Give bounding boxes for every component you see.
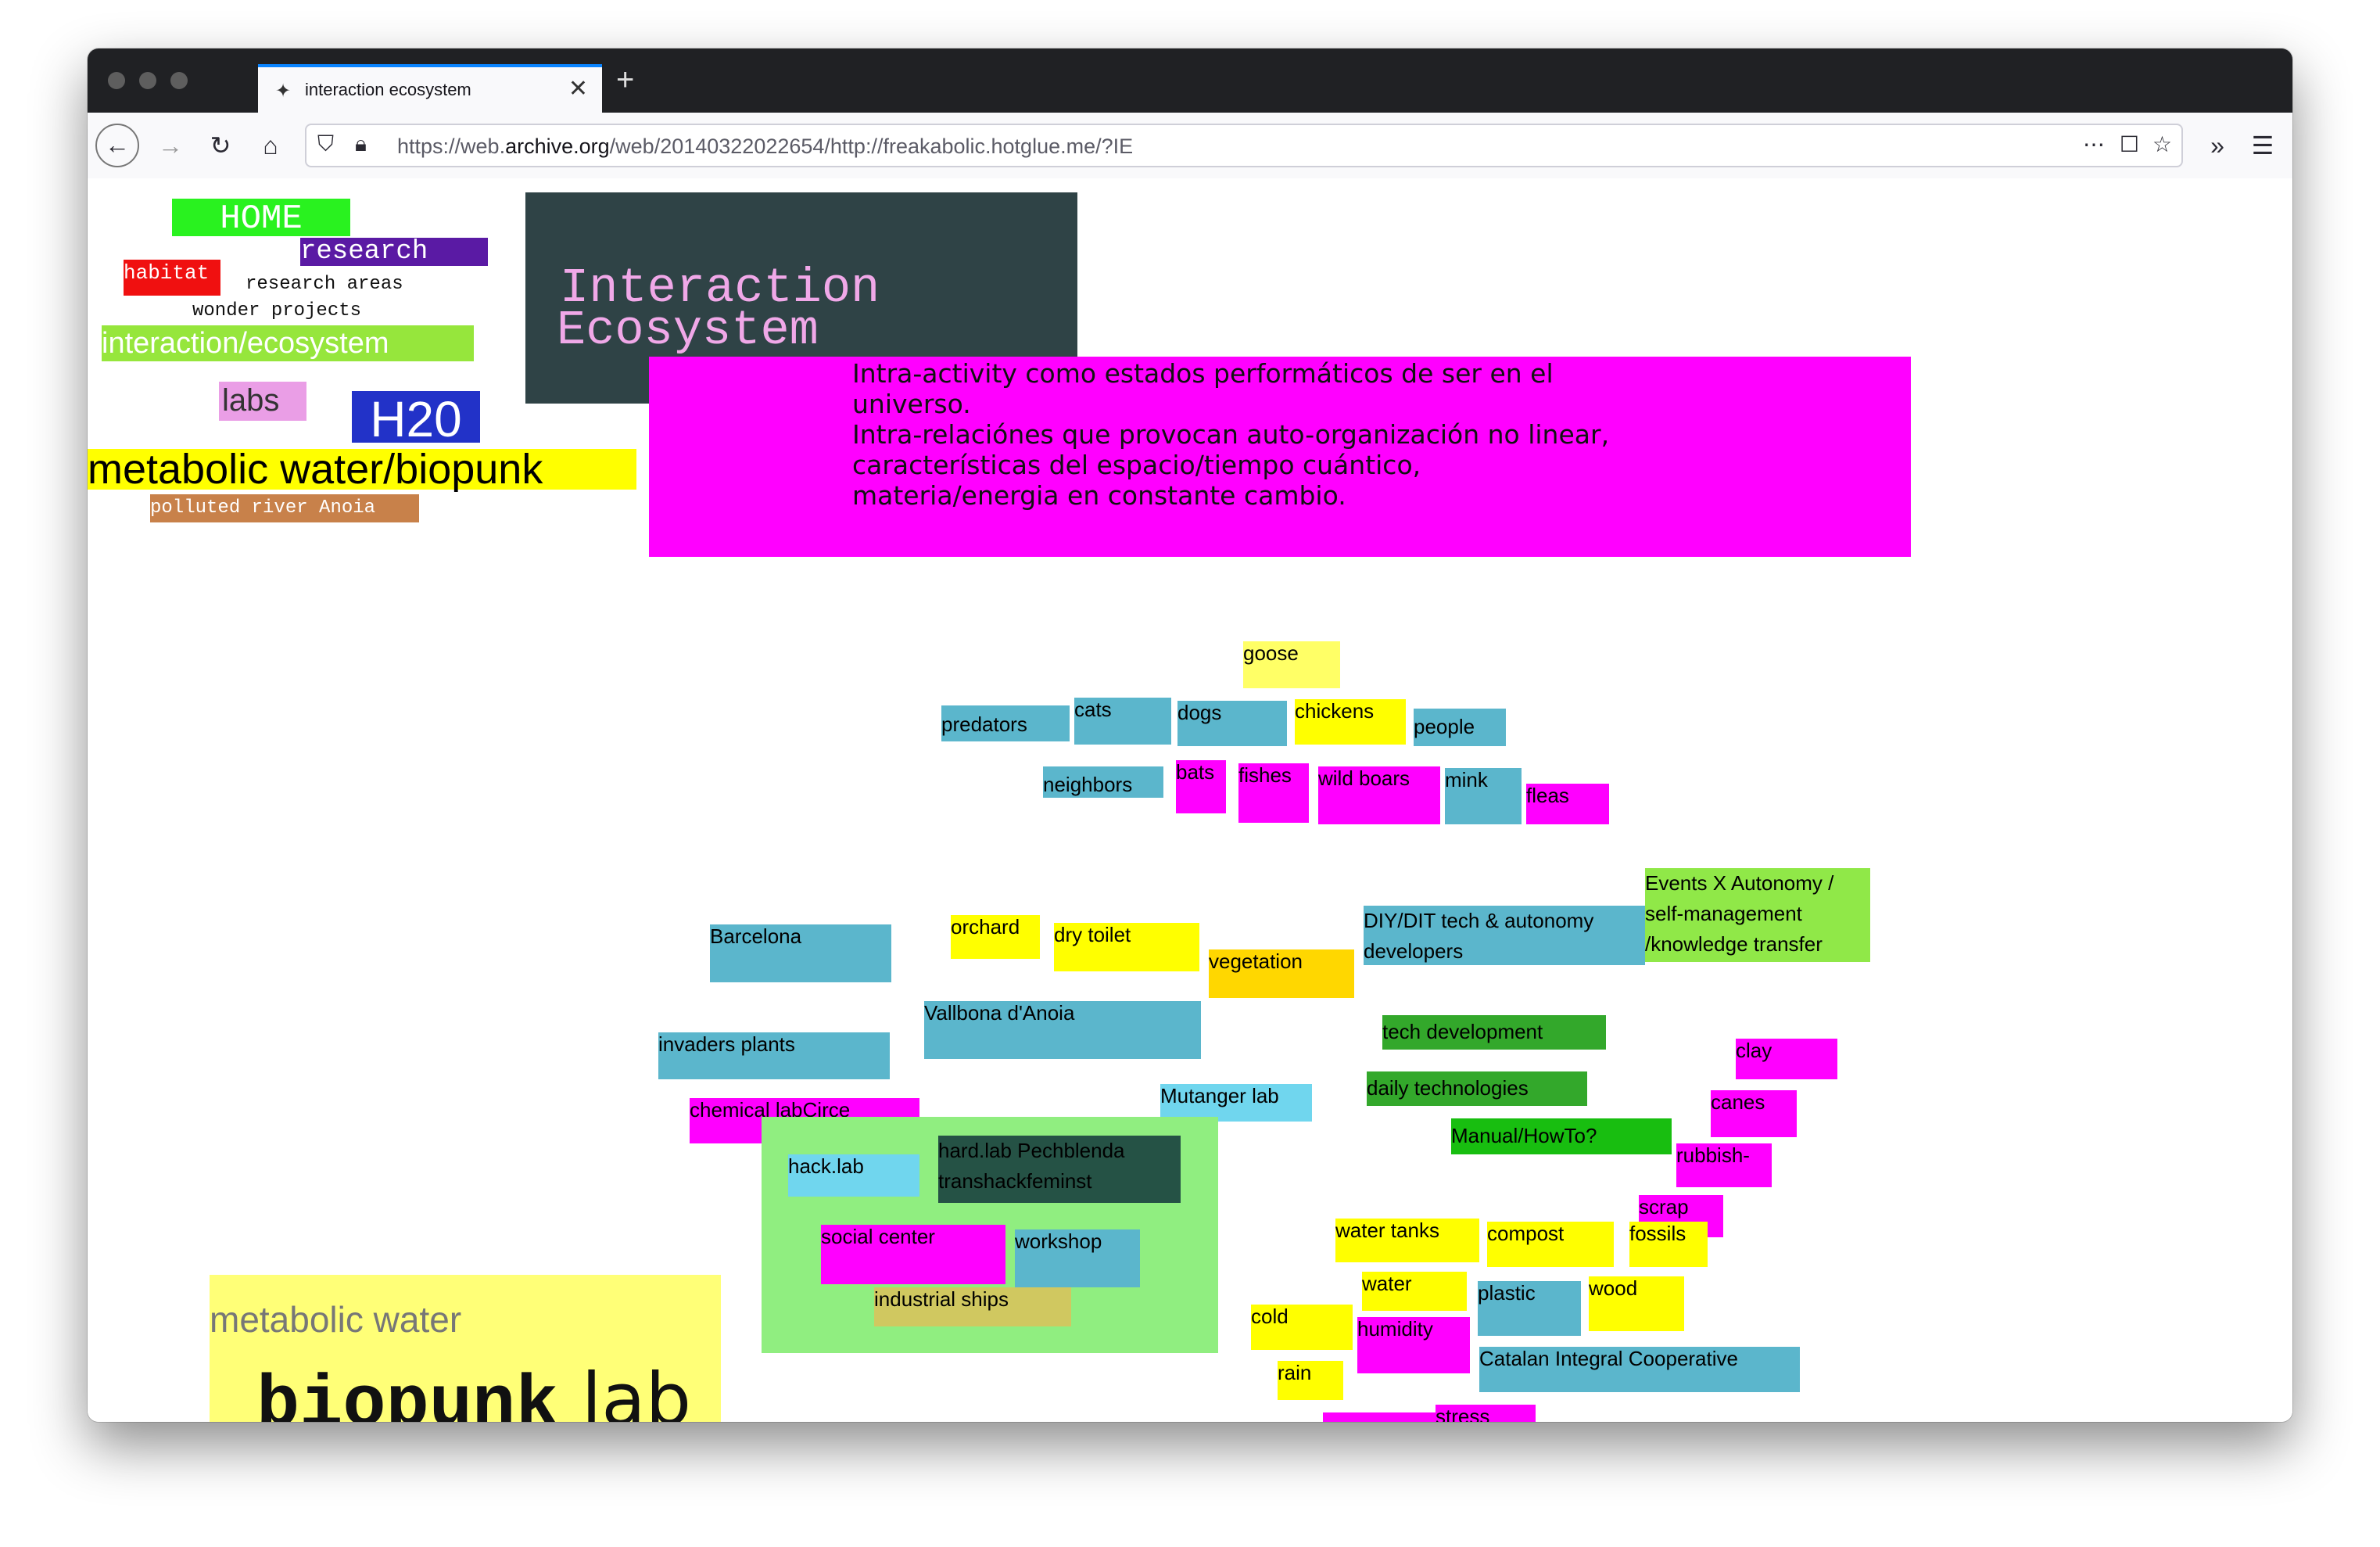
node-events-line2: self-management bbox=[1645, 902, 1802, 925]
node-events-line1: Events X Autonomy / bbox=[1645, 871, 1834, 895]
node-hack-lab: hack.lab bbox=[788, 1154, 919, 1197]
node-vegetation: vegetation bbox=[1209, 949, 1354, 998]
node-orchard: orchard bbox=[951, 915, 1040, 959]
reload-icon[interactable]: ↻ bbox=[199, 124, 242, 167]
node-compost: compost bbox=[1487, 1222, 1614, 1267]
node-vallbona: Vallbona d'Anoia bbox=[924, 1001, 1201, 1059]
node-mutanger-lab: Mutanger lab bbox=[1160, 1084, 1312, 1122]
nav-home-link[interactable]: HOME bbox=[172, 199, 350, 239]
node-dogs: dogs bbox=[1177, 701, 1287, 746]
node-diy-tech-line1: DIY/DIT tech & autonomy bbox=[1364, 909, 1594, 932]
back-arrow-icon[interactable]: ← bbox=[95, 124, 139, 167]
node-fleas: fleas bbox=[1526, 784, 1609, 824]
nav-polluted-river-link[interactable]: polluted river Anoia bbox=[150, 494, 419, 522]
node-catalan-integral-cooperative: Catalan Integral Cooperative bbox=[1479, 1347, 1800, 1392]
page-title-line2: Ecosystem bbox=[557, 303, 819, 358]
node-stress: stress bbox=[1436, 1405, 1536, 1422]
node-neighbors: neighbors bbox=[1043, 766, 1163, 798]
intro-line: Intra-activity como estados performático… bbox=[852, 358, 1554, 389]
node-cold: cold bbox=[1251, 1305, 1353, 1350]
maximize-window-dot[interactable] bbox=[170, 72, 188, 89]
node-rain: rain bbox=[1278, 1361, 1343, 1400]
node-workshop: workshop bbox=[1015, 1229, 1140, 1287]
node-cats: cats bbox=[1074, 698, 1171, 745]
intro-text-block: Intra-activity como estados performático… bbox=[649, 357, 1911, 557]
node-hard-lab-line2: transhackfeminst bbox=[938, 1169, 1092, 1193]
node-plastic: plastic bbox=[1478, 1281, 1581, 1336]
node-manual-howto: Manual/HowTo? bbox=[1451, 1118, 1672, 1154]
nav-interaction-ecosystem-link[interactable]: interaction/ecosystem bbox=[102, 325, 474, 361]
favicon-icon: ✦ bbox=[275, 81, 292, 102]
node-goose: goose bbox=[1243, 641, 1340, 688]
node-bats: bats bbox=[1176, 760, 1226, 813]
intro-line: características del espacio/tiempo cuánt… bbox=[852, 450, 1421, 480]
navigation-toolbar: ← → ↻ ⌂ ⛉ 🔒︎ https://web.archive.org/web… bbox=[88, 113, 2292, 180]
node-canes: canes bbox=[1711, 1090, 1797, 1137]
node-wild-boars: wild boars bbox=[1318, 766, 1440, 824]
node-events-autonomy: Events X Autonomy / self-management /kno… bbox=[1645, 868, 1870, 962]
intro-line: materia/energia en constante cambio. bbox=[852, 480, 1346, 511]
node-water: water bbox=[1362, 1272, 1467, 1311]
logo-line2: biopunk lab bbox=[256, 1358, 691, 1422]
node-diy-tech-line2: developers bbox=[1364, 939, 1464, 963]
new-tab-plus-icon[interactable]: + bbox=[616, 63, 634, 98]
browser-window: ✦ interaction ecosystem ✕ + ← → ↻ ⌂ ⛉ 🔒︎… bbox=[88, 48, 2292, 1422]
close-window-dot[interactable] bbox=[108, 72, 125, 89]
node-daily-technologies: daily technologies bbox=[1367, 1071, 1587, 1106]
nav-research-areas-link[interactable]: research areas bbox=[246, 274, 403, 295]
node-hard-lab-line1: hard.lab Pechblenda bbox=[938, 1139, 1125, 1162]
node-clay: clay bbox=[1736, 1039, 1837, 1079]
intro-line: Intra-relaciónes que provocan auto-organ… bbox=[852, 419, 1610, 450]
node-industrial-ships: industrial ships bbox=[874, 1287, 1071, 1326]
home-icon[interactable]: ⌂ bbox=[249, 124, 292, 167]
node-diy-tech: DIY/DIT tech & autonomy developers bbox=[1364, 906, 1645, 965]
nav-wonder-projects-link[interactable]: wonder projects bbox=[192, 300, 361, 321]
nav-habitat-link[interactable]: habitat bbox=[124, 260, 220, 296]
nav-research-link[interactable]: research bbox=[300, 238, 488, 266]
address-bar[interactable]: ⛉ 🔒︎ https://web.archive.org/web/2014032… bbox=[305, 124, 2183, 167]
metabolic-water-biopunk-logo: metabolic water biopunk lab bbox=[210, 1275, 721, 1422]
node-chickens: chickens bbox=[1295, 699, 1406, 745]
intro-line: universo. bbox=[852, 389, 971, 419]
node-humidity: humidity bbox=[1357, 1317, 1470, 1373]
node-fishes: fishes bbox=[1238, 763, 1309, 823]
lock-icon: 🔒︎ bbox=[355, 131, 367, 156]
logo-lab-word: lab bbox=[558, 1358, 692, 1422]
nav-h20-link[interactable]: H20 bbox=[352, 391, 480, 447]
tab-bar: ✦ interaction ecosystem ✕ + bbox=[88, 48, 2292, 113]
node-social-center: social center bbox=[821, 1225, 1005, 1284]
pocket-icon[interactable]: ☐ bbox=[2120, 131, 2139, 157]
shield-icon[interactable]: ⛉ bbox=[317, 131, 334, 157]
node-fossils: fossils bbox=[1629, 1222, 1708, 1267]
active-tab[interactable]: ✦ interaction ecosystem ✕ bbox=[258, 64, 602, 113]
nav-labs-link[interactable]: labs bbox=[219, 382, 306, 421]
node-mink: mink bbox=[1445, 768, 1522, 824]
node-hard-lab: hard.lab Pechblenda transhackfeminst bbox=[938, 1136, 1181, 1203]
node-invaders-plants: invaders plants bbox=[658, 1032, 890, 1079]
node-events-line3: /knowledge transfer bbox=[1645, 932, 1823, 956]
node-dry-toilet: dry toilet bbox=[1054, 923, 1199, 971]
node-water-tanks: water tanks bbox=[1335, 1219, 1479, 1262]
node-predators: predators bbox=[941, 705, 1070, 741]
logo-biopunk-word: biopunk bbox=[256, 1364, 559, 1422]
nav-metabolic-biopunk-link[interactable]: metabolic water/biopunk bbox=[88, 448, 636, 490]
more-icon[interactable]: ⋯ bbox=[2083, 131, 2105, 157]
node-tech-development: tech development bbox=[1382, 1015, 1606, 1050]
node-people: people bbox=[1414, 709, 1506, 746]
node-wood: wood bbox=[1589, 1276, 1684, 1331]
menu-icon[interactable]: ☰ bbox=[2241, 124, 2285, 167]
logo-line1: metabolic water bbox=[210, 1299, 462, 1340]
node-barcelona: Barcelona bbox=[710, 924, 891, 982]
tab-title: interaction ecosystem bbox=[305, 80, 471, 99]
close-icon[interactable]: ✕ bbox=[568, 75, 588, 102]
minimize-window-dot[interactable] bbox=[139, 72, 156, 89]
page-content: HOME research habitat research areas won… bbox=[88, 178, 2292, 1422]
overflow-icon[interactable]: » bbox=[2195, 124, 2239, 167]
star-icon[interactable]: ☆ bbox=[2152, 131, 2172, 157]
forward-arrow-icon[interactable]: → bbox=[149, 124, 192, 167]
url-text[interactable]: https://web.archive.org/web/201403220226… bbox=[397, 135, 1133, 159]
node-rubbish: rubbish- bbox=[1676, 1143, 1772, 1187]
